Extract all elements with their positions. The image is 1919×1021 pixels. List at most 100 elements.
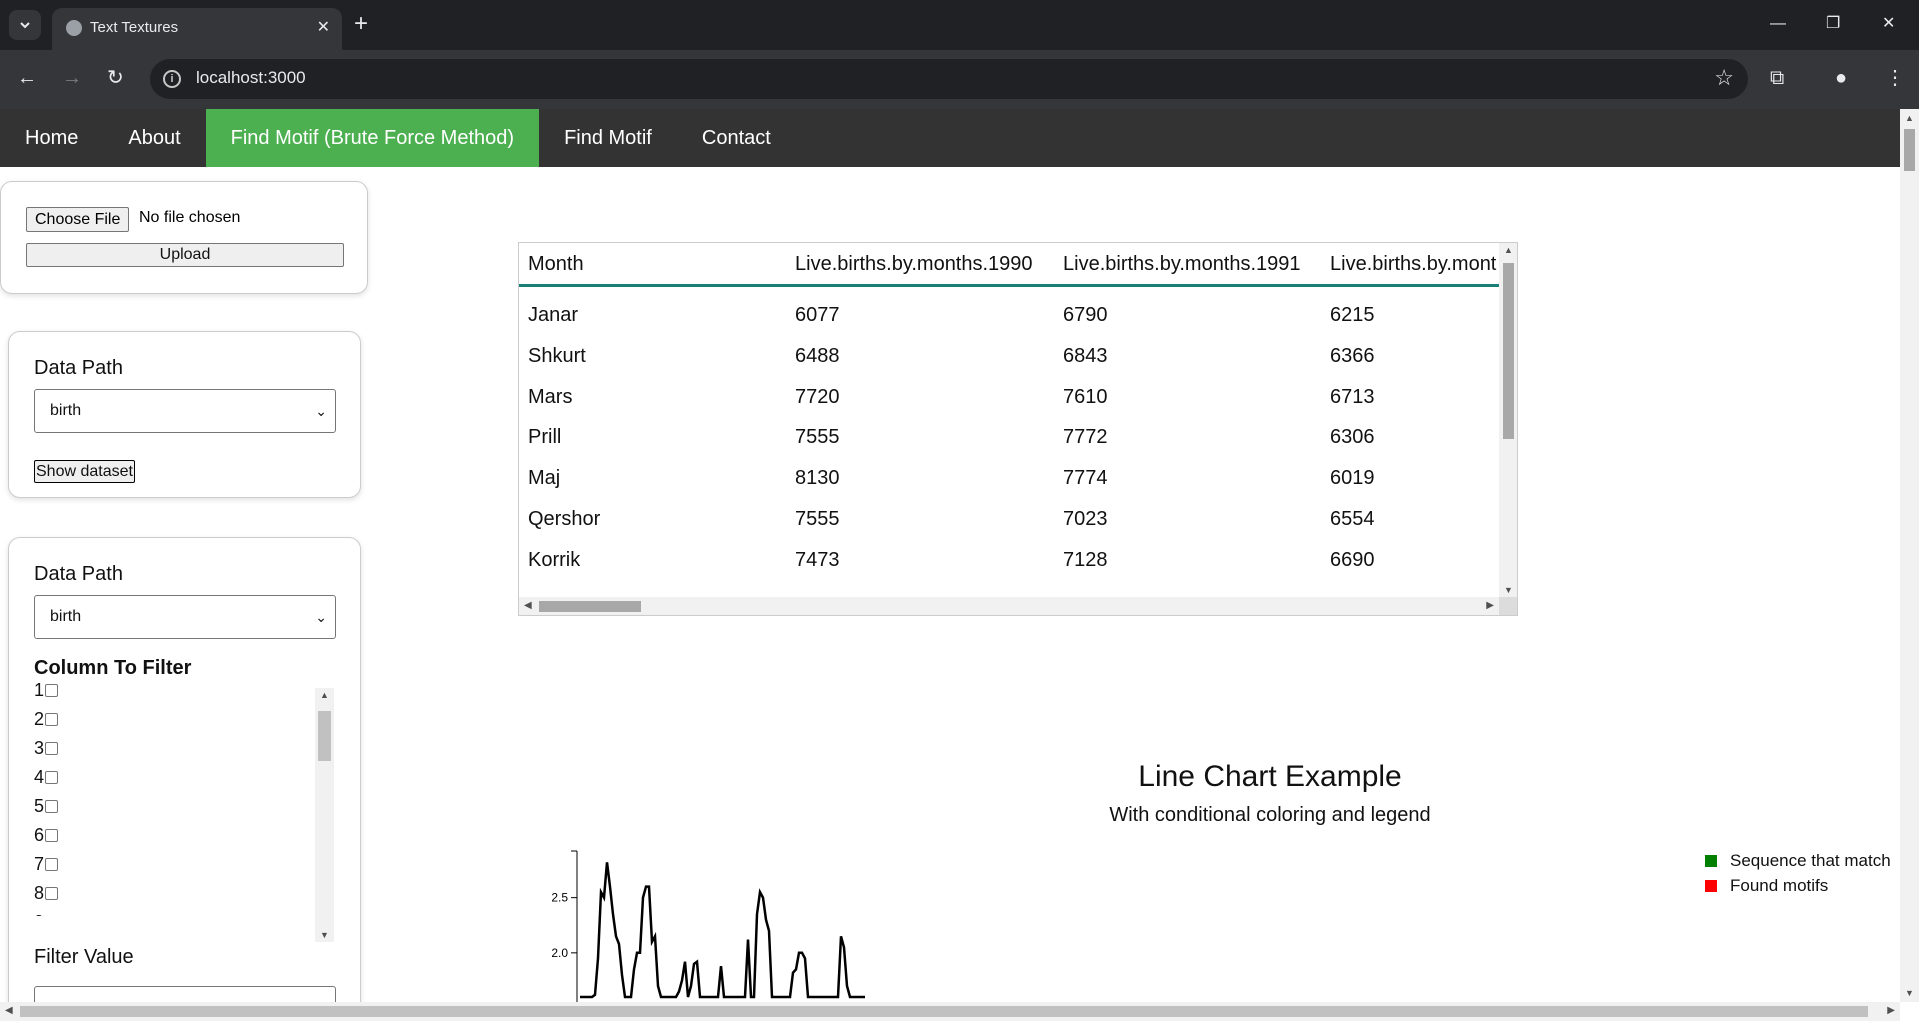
legend-label: Found motifs <box>1730 875 1829 895</box>
column-option[interactable]: 2 <box>34 709 344 738</box>
scroll-down-icon[interactable]: ▼ <box>320 930 329 940</box>
column-option[interactable]: 4 <box>34 767 344 796</box>
table-horizontal-scrollbar[interactable]: ◀ ▶ <box>519 597 1499 615</box>
minimize-icon[interactable]: — <box>1770 12 1786 36</box>
table-cell: 7772 <box>1063 426 1108 448</box>
scrollbar-thumb[interactable] <box>1904 129 1915 171</box>
column-header: Month <box>528 253 584 275</box>
column-checkbox[interactable] <box>45 800 59 813</box>
filter-data-path-select[interactable]: birth ⌄ <box>34 595 336 639</box>
chevron-down-icon: ⌄ <box>315 403 327 419</box>
data-path-label: Data Path <box>34 357 123 379</box>
back-icon[interactable]: ← <box>17 66 37 90</box>
upload-button[interactable]: Upload <box>26 243 344 267</box>
reload-icon[interactable]: ↻ <box>107 66 124 90</box>
column-option[interactable]: 3 <box>34 738 344 767</box>
column-checkbox[interactable] <box>45 742 59 755</box>
scroll-up-icon[interactable]: ▲ <box>1905 113 1914 123</box>
scroll-up-icon[interactable]: ▲ <box>320 690 329 700</box>
nav-about[interactable]: About <box>103 109 205 167</box>
column-option[interactable]: 9 <box>34 912 344 916</box>
table-cell: 6488 <box>795 345 840 367</box>
scrollbar-thumb[interactable] <box>20 1006 1868 1017</box>
extensions-icon[interactable]: ⧉ <box>1770 65 1784 91</box>
table-cell: Shkurt <box>528 345 586 367</box>
chart-subtitle: With conditional coloring and legend <box>1109 804 1431 826</box>
column-list-scrollbar[interactable]: ▲ ▼ <box>315 688 334 942</box>
choose-file-button[interactable]: Choose File <box>26 207 130 232</box>
filter-value-input[interactable] <box>34 986 336 1002</box>
column-option[interactable]: 6 <box>34 825 344 854</box>
plus-icon[interactable]: + <box>354 11 368 37</box>
scroll-down-icon[interactable]: ▼ <box>1905 988 1914 998</box>
table-vertical-scrollbar[interactable]: ▲ ▼ <box>1499 243 1517 597</box>
table-cell: 6843 <box>1063 345 1108 367</box>
table-row: Prill 7555 7772 6306 <box>519 426 1499 467</box>
page-horizontal-scrollbar[interactable]: ◀ ▶ <box>0 1002 1900 1021</box>
column-option[interactable]: 7 <box>34 854 344 883</box>
restore-icon[interactable]: ❐ <box>1826 12 1840 36</box>
scroll-right-icon[interactable]: ▶ <box>1887 1005 1895 1016</box>
column-checkbox[interactable] <box>45 684 59 697</box>
data-path-select[interactable]: birth ⌄ <box>34 389 336 433</box>
nav-find-motif[interactable]: Find Motif <box>539 109 677 167</box>
table-cell: 7128 <box>1063 549 1108 571</box>
scroll-left-icon[interactable]: ◀ <box>524 600 532 611</box>
column-option-label: 1 <box>34 680 45 700</box>
table-cell: 6019 <box>1330 467 1375 489</box>
column-option[interactable]: 8 <box>34 883 344 912</box>
column-option-label: 8 <box>34 883 45 903</box>
scrollbar-corner <box>1499 597 1517 615</box>
table-cell: 6366 <box>1330 345 1375 367</box>
scroll-right-icon[interactable]: ▶ <box>1486 600 1494 611</box>
table-cell: 7555 <box>795 426 840 448</box>
browser-tabstrip: Text Textures ✕ + — ❐ ✕ <box>0 0 1919 50</box>
column-checkbox[interactable] <box>45 771 59 784</box>
nav-home[interactable]: Home <box>0 109 103 167</box>
tab-search-icon[interactable] <box>9 10 41 40</box>
table-row: Mars 7720 7610 6713 <box>519 386 1499 427</box>
nav-contact[interactable]: Contact <box>677 109 796 167</box>
page-viewport: Home About Find Motif (Brute Force Metho… <box>0 109 1900 1002</box>
y-tick-label: 2.0 <box>551 946 568 960</box>
star-icon[interactable]: ☆ <box>1714 65 1734 91</box>
column-option-label: 5 <box>34 796 45 816</box>
column-option[interactable]: 1 <box>34 680 344 709</box>
close-icon[interactable]: ✕ <box>317 16 330 40</box>
scrollbar-thumb[interactable] <box>1503 263 1514 439</box>
site-info-icon[interactable]: i <box>163 70 181 88</box>
menu-icon[interactable]: ⋮ <box>1885 65 1905 91</box>
table-cell: 7023 <box>1063 508 1108 530</box>
column-header: Live.births.by.months.1990 <box>795 253 1033 275</box>
upload-panel: Choose File No file chosen Upload <box>0 181 368 294</box>
filter-data-path-label: Data Path <box>34 563 123 585</box>
table-row: Qershor 7555 7023 6554 <box>519 508 1499 549</box>
legend-swatch-green <box>1705 854 1717 867</box>
legend-item: Found motifs <box>1705 873 1891 898</box>
browser-tab[interactable]: Text Textures ✕ <box>52 8 342 50</box>
column-option[interactable]: 5 <box>34 796 344 825</box>
data-path-selected: birth <box>50 402 82 419</box>
scrollbar-thumb[interactable] <box>539 601 641 612</box>
table-cell: 6690 <box>1330 549 1375 571</box>
column-header: Live.births.by.months.1991 <box>1063 253 1301 275</box>
url-text[interactable]: localhost:3000 <box>196 68 306 88</box>
scrollbar-thumb[interactable] <box>318 711 331 761</box>
scroll-left-icon[interactable]: ◀ <box>5 1005 13 1016</box>
address-bar[interactable]: i localhost:3000 ☆ <box>150 59 1748 99</box>
column-checkbox[interactable] <box>45 887 59 900</box>
page-vertical-scrollbar[interactable]: ▲ ▼ <box>1900 109 1919 1002</box>
filter-value-label: Filter Value <box>34 946 134 968</box>
table-row: Shkurt 6488 6843 6366 <box>519 345 1499 386</box>
close-window-icon[interactable]: ✕ <box>1882 12 1895 36</box>
show-dataset-button[interactable]: Show dataset <box>34 460 135 483</box>
profile-icon[interactable]: ● <box>1835 65 1847 91</box>
scroll-down-icon[interactable]: ▼ <box>1504 585 1513 595</box>
column-checkbox[interactable] <box>45 713 59 726</box>
column-checkbox[interactable] <box>45 829 59 842</box>
column-checkbox[interactable] <box>45 858 59 871</box>
legend-swatch-red <box>1705 879 1717 892</box>
forward-icon[interactable]: → <box>62 66 82 90</box>
scroll-up-icon[interactable]: ▲ <box>1504 245 1513 255</box>
nav-find-motif-brute-force[interactable]: Find Motif (Brute Force Method) <box>205 109 540 167</box>
